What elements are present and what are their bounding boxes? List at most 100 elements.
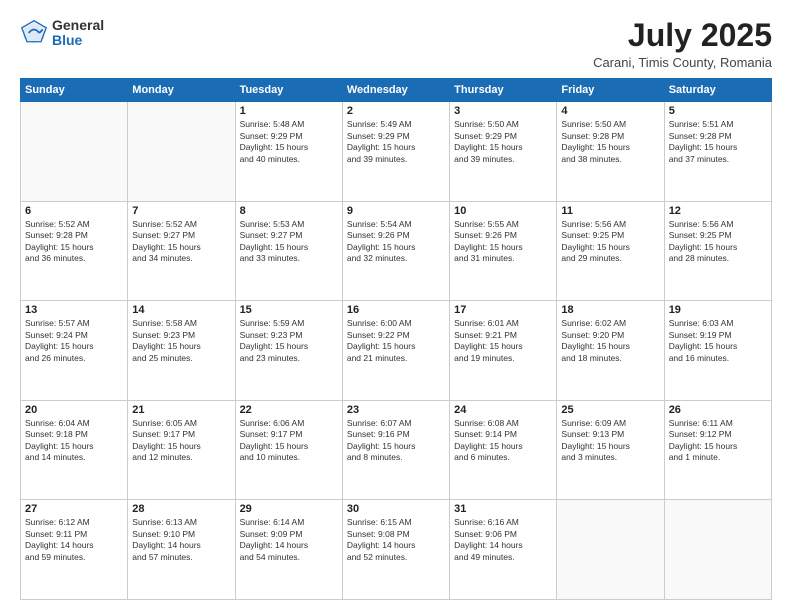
day-info: Sunrise: 5:55 AM Sunset: 9:26 PM Dayligh… <box>454 219 552 265</box>
day-info: Sunrise: 6:03 AM Sunset: 9:19 PM Dayligh… <box>669 318 767 364</box>
day-number: 25 <box>561 404 659 416</box>
col-wednesday: Wednesday <box>342 79 449 102</box>
day-info: Sunrise: 5:54 AM Sunset: 9:26 PM Dayligh… <box>347 219 445 265</box>
day-info: Sunrise: 6:13 AM Sunset: 9:10 PM Dayligh… <box>132 517 230 563</box>
table-row: 14 Sunrise: 5:58 AM Sunset: 9:23 PM Dayli… <box>128 301 235 401</box>
page: General Blue July 2025 Carani, Timis Cou… <box>0 0 792 612</box>
calendar-table: Sunday Monday Tuesday Wednesday Thursday… <box>20 78 772 600</box>
table-row: 16 Sunrise: 6:00 AM Sunset: 9:22 PM Dayli… <box>342 301 449 401</box>
day-info: Sunrise: 5:57 AM Sunset: 9:24 PM Dayligh… <box>25 318 123 364</box>
table-row: 22Sunrise: 6:06 AM Sunset: 9:17 PM Dayli… <box>235 400 342 500</box>
day-number: 30 <box>347 503 445 515</box>
day-info: Sunrise: 6:11 AM Sunset: 9:12 PM Dayligh… <box>669 418 767 464</box>
day-info: Sunrise: 5:50 AM Sunset: 9:29 PM Dayligh… <box>454 119 552 165</box>
table-row <box>21 102 128 202</box>
day-info: Sunrise: 5:52 AM Sunset: 9:27 PM Dayligh… <box>132 219 230 265</box>
col-saturday: Saturday <box>664 79 771 102</box>
day-info: Sunrise: 5:56 AM Sunset: 9:25 PM Dayligh… <box>561 219 659 265</box>
title-location: Carani, Timis County, Romania <box>593 55 772 70</box>
table-row: 17Sunrise: 6:01 AM Sunset: 9:21 PM Dayli… <box>450 301 557 401</box>
day-info: Sunrise: 5:51 AM Sunset: 9:28 PM Dayligh… <box>669 119 767 165</box>
day-info: Sunrise: 5:56 AM Sunset: 9:25 PM Dayligh… <box>669 219 767 265</box>
calendar-week-row: 27Sunrise: 6:12 AM Sunset: 9:11 PM Dayli… <box>21 500 772 600</box>
day-info: Sunrise: 5:59 AM Sunset: 9:23 PM Dayligh… <box>240 318 338 364</box>
day-info: Sunrise: 5:49 AM Sunset: 9:29 PM Dayligh… <box>347 119 445 165</box>
table-row: 13 Sunrise: 5:57 AM Sunset: 9:24 PM Dayli… <box>21 301 128 401</box>
col-friday: Friday <box>557 79 664 102</box>
day-number: 10 <box>454 205 552 217</box>
table-row: 28 Sunrise: 6:13 AM Sunset: 9:10 PM Dayli… <box>128 500 235 600</box>
table-row: 21Sunrise: 6:05 AM Sunset: 9:17 PM Dayli… <box>128 400 235 500</box>
table-row: 26Sunrise: 6:11 AM Sunset: 9:12 PM Dayli… <box>664 400 771 500</box>
day-number: 28 <box>132 503 230 515</box>
day-info: Sunrise: 5:52 AM Sunset: 9:28 PM Dayligh… <box>25 219 123 265</box>
day-info: Sunrise: 6:12 AM Sunset: 9:11 PM Dayligh… <box>25 517 123 563</box>
day-info: Sunrise: 6:00 AM Sunset: 9:22 PM Dayligh… <box>347 318 445 364</box>
day-info: Sunrise: 6:09 AM Sunset: 9:13 PM Dayligh… <box>561 418 659 464</box>
calendar-week-row: 1Sunrise: 5:48 AM Sunset: 9:29 PM Daylig… <box>21 102 772 202</box>
day-number: 3 <box>454 105 552 117</box>
table-row: 6Sunrise: 5:52 AM Sunset: 9:28 PM Daylig… <box>21 201 128 301</box>
table-row: 15Sunrise: 5:59 AM Sunset: 9:23 PM Dayli… <box>235 301 342 401</box>
day-number: 12 <box>669 205 767 217</box>
day-info: Sunrise: 6:08 AM Sunset: 9:14 PM Dayligh… <box>454 418 552 464</box>
table-row: 4 Sunrise: 5:50 AM Sunset: 9:28 PM Daylig… <box>557 102 664 202</box>
header: General Blue July 2025 Carani, Timis Cou… <box>20 18 772 70</box>
table-row: 29 Sunrise: 6:14 AM Sunset: 9:09 PM Dayli… <box>235 500 342 600</box>
day-number: 23 <box>347 404 445 416</box>
table-row: 9 Sunrise: 5:54 AM Sunset: 9:26 PM Daylig… <box>342 201 449 301</box>
table-row: 27Sunrise: 6:12 AM Sunset: 9:11 PM Dayli… <box>21 500 128 600</box>
table-row: 20 Sunrise: 6:04 AM Sunset: 9:18 PM Dayli… <box>21 400 128 500</box>
day-number: 13 <box>25 304 123 316</box>
day-info: Sunrise: 5:50 AM Sunset: 9:28 PM Dayligh… <box>561 119 659 165</box>
col-thursday: Thursday <box>450 79 557 102</box>
day-number: 19 <box>669 304 767 316</box>
logo: General Blue <box>20 18 104 49</box>
day-number: 29 <box>240 503 338 515</box>
day-info: Sunrise: 5:53 AM Sunset: 9:27 PM Dayligh… <box>240 219 338 265</box>
calendar-header-row: Sunday Monday Tuesday Wednesday Thursday… <box>21 79 772 102</box>
day-number: 21 <box>132 404 230 416</box>
table-row: 18Sunrise: 6:02 AM Sunset: 9:20 PM Dayli… <box>557 301 664 401</box>
table-row: 8Sunrise: 5:53 AM Sunset: 9:27 PM Daylig… <box>235 201 342 301</box>
day-info: Sunrise: 6:02 AM Sunset: 9:20 PM Dayligh… <box>561 318 659 364</box>
day-number: 5 <box>669 105 767 117</box>
day-info: Sunrise: 6:07 AM Sunset: 9:16 PM Dayligh… <box>347 418 445 464</box>
table-row: 25 Sunrise: 6:09 AM Sunset: 9:13 PM Dayli… <box>557 400 664 500</box>
day-info: Sunrise: 6:06 AM Sunset: 9:17 PM Dayligh… <box>240 418 338 464</box>
day-info: Sunrise: 6:04 AM Sunset: 9:18 PM Dayligh… <box>25 418 123 464</box>
logo-blue-text: Blue <box>52 33 104 48</box>
title-month: July 2025 <box>593 18 772 53</box>
logo-text: General Blue <box>52 18 104 49</box>
day-number: 16 <box>347 304 445 316</box>
day-info: Sunrise: 5:58 AM Sunset: 9:23 PM Dayligh… <box>132 318 230 364</box>
col-tuesday: Tuesday <box>235 79 342 102</box>
table-row <box>128 102 235 202</box>
logo-icon <box>20 19 48 47</box>
table-row: 2 Sunrise: 5:49 AM Sunset: 9:29 PM Daylig… <box>342 102 449 202</box>
day-number: 4 <box>561 105 659 117</box>
logo-general-text: General <box>52 18 104 33</box>
table-row: 11 Sunrise: 5:56 AM Sunset: 9:25 PM Dayli… <box>557 201 664 301</box>
calendar-week-row: 13 Sunrise: 5:57 AM Sunset: 9:24 PM Dayli… <box>21 301 772 401</box>
day-number: 7 <box>132 205 230 217</box>
table-row: 1Sunrise: 5:48 AM Sunset: 9:29 PM Daylig… <box>235 102 342 202</box>
day-number: 2 <box>347 105 445 117</box>
table-row: 5 Sunrise: 5:51 AM Sunset: 9:28 PM Daylig… <box>664 102 771 202</box>
table-row <box>664 500 771 600</box>
table-row: 3 Sunrise: 5:50 AM Sunset: 9:29 PM Daylig… <box>450 102 557 202</box>
col-sunday: Sunday <box>21 79 128 102</box>
table-row <box>557 500 664 600</box>
table-row: 30 Sunrise: 6:15 AM Sunset: 9:08 PM Dayli… <box>342 500 449 600</box>
day-number: 24 <box>454 404 552 416</box>
table-row: 31Sunrise: 6:16 AM Sunset: 9:06 PM Dayli… <box>450 500 557 600</box>
day-info: Sunrise: 6:14 AM Sunset: 9:09 PM Dayligh… <box>240 517 338 563</box>
day-number: 20 <box>25 404 123 416</box>
table-row: 24 Sunrise: 6:08 AM Sunset: 9:14 PM Dayli… <box>450 400 557 500</box>
day-number: 9 <box>347 205 445 217</box>
day-info: Sunrise: 6:16 AM Sunset: 9:06 PM Dayligh… <box>454 517 552 563</box>
day-number: 11 <box>561 205 659 217</box>
day-info: Sunrise: 6:15 AM Sunset: 9:08 PM Dayligh… <box>347 517 445 563</box>
day-info: Sunrise: 5:48 AM Sunset: 9:29 PM Dayligh… <box>240 119 338 165</box>
day-number: 14 <box>132 304 230 316</box>
